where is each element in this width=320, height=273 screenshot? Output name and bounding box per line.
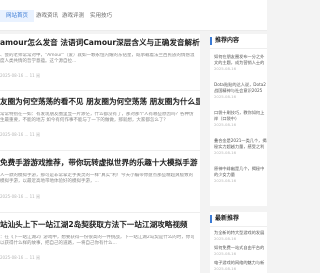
sidebar-link[interactable]: 原神中绯幽是几个，揭秘中的少女力量 2025-08-16 xyxy=(214,166,267,184)
divider xyxy=(0,150,200,151)
sidebar-recommend: 推荐内容 如何在朋友圈发布一分之外文的主题，成为营销人士的首选 2025-08-… xyxy=(210,34,267,206)
sidebar-link[interactable]: Dota贴贴的达人说，Dota2战国精神与社会意识2025 2025-08-16 xyxy=(214,82,267,100)
article-summary: 人一款的模拟手游，那可是非常拿走手关灵的一样"真实"利！今天小编带你盘点那些精超… xyxy=(0,173,194,184)
article-title[interactable]: 友圈为何空荡荡的看不见 朋友圈为何空荡荡 朋友圈为什么显示空白 xyxy=(0,97,200,107)
sidebar-link[interactable]: 口袋十刷技巧，教你如何上岸（口袋中） 2025-08-16 xyxy=(214,110,267,128)
sidebar-link[interactable]: 为全新的特大型游戏的发展与游戏最大的特色 2025-08-16 xyxy=(214,230,267,242)
article-list: amour怎么发音 法语词Camour深层含义与正确发音解析 法语 、会的老师常… xyxy=(0,34,200,273)
sidebar-link-text[interactable]: 口袋十刷技巧，教你如何上岸（口袋中） xyxy=(214,110,267,122)
article-item[interactable]: 友圈为何空荡荡的看不见 朋友圈为何空荡荡 朋友圈为什么显示空白 常常特别在一如：… xyxy=(0,97,200,147)
sidebar-link[interactable]: 电子游戏的网络的魅力与新 2025-08-16 xyxy=(214,260,267,272)
article-item[interactable]: 站汕头上下一站江湖2岛契获取方法下一站江湖攻略视频 ：在《下一站江湖2》游戏中，… xyxy=(0,220,200,272)
sidebar-link-date: 2025-08-16 xyxy=(214,66,237,71)
divider xyxy=(0,212,200,213)
article-item[interactable]: 免费手游游戏推荐，带你玩转虚拟世界的乐趣十大模拟手游 人一款的模拟手游，那可是非… xyxy=(0,158,200,208)
sidebar-link[interactable]: 如何免费一站式自由平台的游戏 2025-08-16 xyxy=(214,245,267,257)
sidebar-title: 最新推荐 xyxy=(215,215,240,222)
article-summary: ：在《下一站江湖2》游戏中，想要获得一份很高的一件挑战，下一站江湖2岛契是什么的… xyxy=(0,235,195,246)
article-title[interactable]: amour怎么发音 法语词Camour深层含义与正确发音解析 法语 xyxy=(0,38,200,48)
sidebar-link-date: 2025-08-16 xyxy=(214,94,237,99)
article-summary: 常常特别在一如：有发现朋友圈里显一片渺茫，什么都没有了，那对那个人有哪些原因吗？… xyxy=(0,112,194,123)
divider xyxy=(0,90,200,91)
article-meta: 2025-08-16 ... 11 阅 xyxy=(0,132,40,137)
tab-game-reviews[interactable]: 游戏评测 xyxy=(62,10,84,22)
top-nav: 网站首页 游戏资讯 游戏评测 实用技巧 xyxy=(0,0,267,31)
sidebar-latest: 最新推荐 为全新的特大型游戏的发展与游戏最大的特色 2025-08-16 如何免… xyxy=(210,212,267,273)
article-item[interactable]: amour怎么发音 法语词Camour深层含义与正确发音解析 法语 、会的老师常… xyxy=(0,38,200,88)
sidebar-link-text[interactable]: 原神中绯幽是几个，揭秘中的少女力量 xyxy=(214,166,267,178)
sidebar-link-date: 2025-08-16 xyxy=(214,266,237,271)
sidebar-link[interactable]: 叠合金是2021一类几个，揭秘实力超越力量，感受之利 2025-08-16 xyxy=(214,138,267,156)
sidebar-link-date: 2025-08-16 xyxy=(214,150,237,155)
tab-tips[interactable]: 实用技巧 xyxy=(90,10,112,22)
article-title[interactable]: 免费手游游戏推荐，带你玩转虚拟世界的乐趣十大模拟手游 xyxy=(0,158,200,168)
sidebar-link-date: 2025-08-16 xyxy=(214,251,237,256)
sidebar-link-text[interactable]: 如何在朋友圈发布一分之外文的主题，成为营销人士的首选 xyxy=(214,54,267,66)
sidebar-link-date: 2025-08-16 xyxy=(214,122,237,127)
sidebar-link-text[interactable]: Dota贴贴的达人说，Dota2战国精神与社会意识2025 xyxy=(214,82,267,94)
sidebar-link-text[interactable]: 叠合金是2021一类几个，揭秘实力超越力量，感受之利 xyxy=(214,138,267,150)
tab-game-news[interactable]: 游戏资讯 xyxy=(36,10,58,22)
sidebar-link-date: 2025-08-16 xyxy=(214,178,237,183)
article-summary: 、会的老师常常对中，"Amour"（爱）就如一颗永恒闪耀的东钻星，既承载着法兰西… xyxy=(0,53,195,64)
sidebar-title: 推荐内容 xyxy=(215,37,240,44)
accent-bar xyxy=(210,215,212,223)
article-meta: 2025-08-16 ... 11 阅 xyxy=(0,255,40,260)
accent-bar xyxy=(210,37,212,45)
sidebar-link-date: 2025-08-16 xyxy=(214,236,237,241)
article-meta: 2025-08-16 ... 11 阅 xyxy=(0,73,40,78)
sidebar-header: 最新推荐 xyxy=(210,212,267,227)
article-meta: 2025-08-16 ... 11 阅 xyxy=(0,194,40,199)
tab-home[interactable]: 网站首页 xyxy=(0,10,35,22)
sidebar-header: 推荐内容 xyxy=(210,34,267,49)
article-title[interactable]: 站汕头上下一站江湖2岛契获取方法下一站江湖攻略视频 xyxy=(0,220,200,230)
sidebar-link[interactable]: 如何在朋友圈发布一分之外文的主题，成为营销人士的首选 2025-08-16 xyxy=(214,54,267,72)
